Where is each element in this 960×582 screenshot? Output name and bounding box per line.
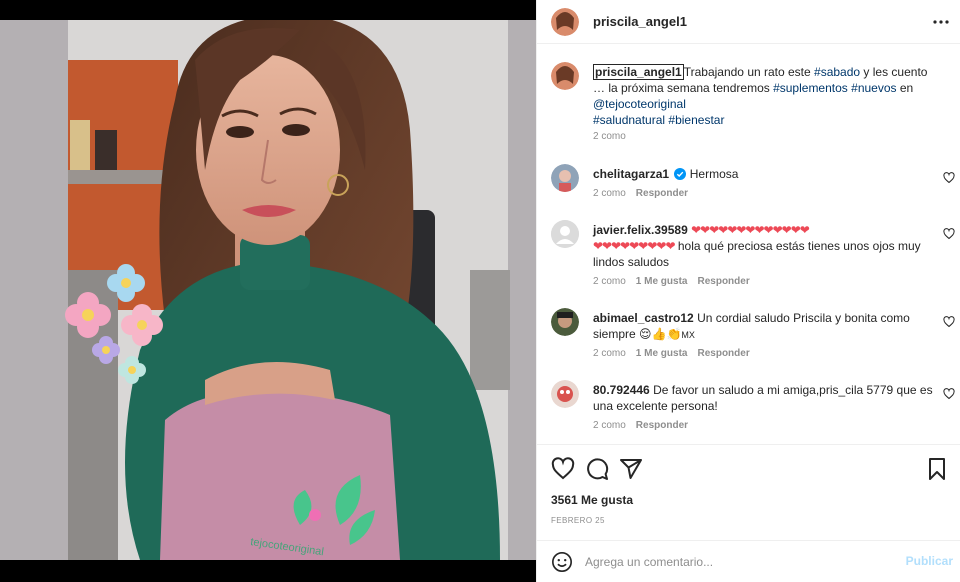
comment-likes[interactable]: 1 Me gusta	[636, 348, 688, 359]
post-side-panel: priscila_angel1 priscila_angel1 Trabajand…	[536, 0, 960, 582]
commenter-avatar[interactable]	[551, 380, 579, 408]
bookmark-icon[interactable]	[925, 457, 949, 481]
caption-username[interactable]: priscila_angel1	[593, 64, 684, 80]
comment-time[interactable]: 2 como	[593, 420, 626, 431]
comment-time[interactable]: 2 como	[593, 276, 626, 287]
comment-like-icon[interactable]	[943, 228, 955, 240]
likes-count[interactable]: 3561 Me gusta	[551, 493, 633, 507]
post-media-panel: tejocoteoriginal	[0, 0, 536, 582]
reply-button[interactable]: Responder	[697, 276, 749, 287]
reply-button[interactable]: Responder	[636, 188, 688, 199]
commenter-avatar[interactable]	[551, 308, 579, 336]
post-actions: 3561 Me gusta FEBRERO 25	[537, 444, 960, 540]
heart-outline-icon[interactable]	[551, 457, 575, 481]
comment-like-icon[interactable]	[943, 172, 955, 184]
comment-text: 80.792446 De favor un saludo a mi amiga,…	[593, 383, 933, 413]
reply-button[interactable]: Responder	[636, 420, 688, 431]
hashtag-nuevos[interactable]: #nuevos	[851, 81, 896, 95]
comment-meta: 2 como 1 Me gusta Responder	[593, 348, 760, 359]
post-photo[interactable]: tejocoteoriginal	[0, 20, 536, 560]
add-comment-bar: Publicar	[537, 540, 960, 582]
post-date: FEBRERO 25	[551, 516, 605, 525]
flag-mx-text: MX	[681, 330, 695, 340]
comments-list: priscila_angel1 Trabajando un rato este #…	[537, 44, 960, 444]
verified-badge-icon	[674, 168, 687, 180]
caption-text: priscila_angel1 Trabajando un rato este #…	[593, 64, 928, 127]
more-horizontal-icon	[933, 20, 949, 24]
commenter-username[interactable]: chelitagarza1	[593, 167, 669, 181]
comment-meta: 2 como Responder	[593, 188, 698, 199]
commenter-username[interactable]: abimael_castro12	[593, 311, 694, 325]
comment-input[interactable]	[585, 551, 885, 573]
smiley-icon[interactable]	[551, 551, 573, 573]
comment-text: javier.felix.39589 ❤❤❤❤❤❤❤❤❤❤❤❤❤ ❤❤❤❤❤❤❤❤…	[593, 223, 921, 269]
post-photo-illustration: tejocoteoriginal	[0, 20, 536, 560]
hashtag-saludnatural[interactable]: #saludnatural	[593, 113, 665, 127]
hashtag-bienestar[interactable]: #bienestar	[668, 113, 724, 127]
comment-bubble-icon[interactable]	[585, 457, 609, 481]
publish-button[interactable]: Publicar	[906, 554, 953, 568]
comment-emojis: 😌👍👏	[639, 327, 682, 341]
commenter-username[interactable]: 80.792446	[593, 383, 650, 397]
comment-like-icon[interactable]	[943, 316, 955, 328]
comment-like-icon[interactable]	[943, 388, 955, 400]
comment-time[interactable]: 2 como	[593, 348, 626, 359]
comment-meta: 2 como Responder	[593, 420, 698, 431]
commenter-username[interactable]: javier.felix.39589	[593, 223, 688, 237]
hashtag-suplementos[interactable]: #suplementos	[773, 81, 848, 95]
comment-meta: 2 como 1 Me gusta Responder	[593, 276, 760, 287]
mention-tejocoteoriginal[interactable]: @tejocoteoriginal	[593, 97, 686, 111]
paper-plane-icon[interactable]	[619, 457, 643, 481]
caption-time[interactable]: 2 como	[593, 131, 626, 142]
hashtag-sabado[interactable]: #sabado	[814, 65, 860, 79]
more-options-button[interactable]	[931, 12, 951, 32]
commenter-avatar[interactable]	[551, 164, 579, 192]
hearts-emoji-line2: ❤❤❤❤❤❤❤❤❤	[593, 239, 675, 253]
commenter-avatar[interactable]	[551, 220, 579, 248]
comment-time[interactable]: 2 como	[593, 188, 626, 199]
author-username[interactable]: priscila_angel1	[593, 14, 687, 29]
caption-author-avatar[interactable]	[551, 62, 579, 90]
reply-button[interactable]: Responder	[697, 348, 749, 359]
comment-likes[interactable]: 1 Me gusta	[636, 276, 688, 287]
comment-text: chelitagarza1 Hermosa	[593, 167, 739, 181]
post-header: priscila_angel1	[537, 0, 960, 44]
comment-text: abimael_castro12 Un cordial saludo Prisc…	[593, 311, 910, 341]
caption-meta: 2 como	[593, 131, 636, 142]
hearts-emoji-line1: ❤❤❤❤❤❤❤❤❤❤❤❤❤	[691, 223, 810, 237]
author-avatar[interactable]	[551, 8, 579, 36]
